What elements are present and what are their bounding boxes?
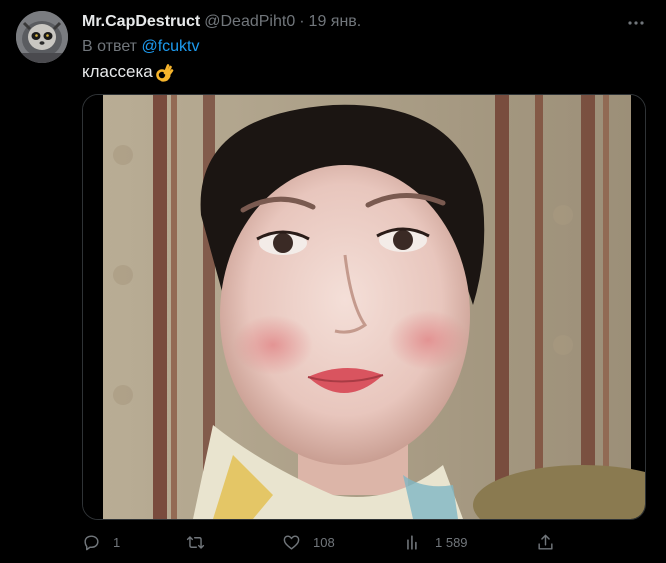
like-icon xyxy=(283,534,300,550)
reply-button[interactable]: 1 xyxy=(82,528,120,556)
reply-prefix: В ответ xyxy=(82,38,138,55)
ok-hand-emoji-icon xyxy=(154,62,174,82)
tweet-text-content: классека xyxy=(82,62,153,81)
more-icon[interactable] xyxy=(626,13,646,33)
tweet-text: классека xyxy=(82,62,174,82)
reply-context: В ответ @fcuktv xyxy=(82,38,200,56)
reply-mention-link[interactable]: @fcuktv xyxy=(141,38,199,55)
avatar[interactable] xyxy=(16,11,68,63)
retweet-icon xyxy=(186,535,205,549)
reply-count: 1 xyxy=(113,534,121,550)
reply-icon xyxy=(84,534,99,550)
like-count: 108 xyxy=(313,534,335,550)
share-button[interactable] xyxy=(536,528,555,556)
tweet-header: Mr.CapDestruct @DeadPiht0 · 19 янв. xyxy=(82,12,626,32)
display-name[interactable]: Mr.CapDestruct xyxy=(82,13,200,31)
tweet-actions: 1 108 1 589 xyxy=(82,528,562,556)
media-photo xyxy=(83,95,645,519)
separator-dot: · xyxy=(299,13,305,30)
views-button[interactable]: 1 589 xyxy=(404,528,468,556)
like-button[interactable]: 108 xyxy=(282,528,335,556)
avatar-image xyxy=(16,11,68,63)
tweet-media-image[interactable] xyxy=(82,94,646,520)
share-icon xyxy=(538,534,553,550)
views-icon xyxy=(407,534,417,550)
tweet-date[interactable]: 19 янв. xyxy=(309,13,362,31)
views-count: 1 589 xyxy=(435,534,468,550)
retweet-button[interactable] xyxy=(186,528,217,556)
user-handle[interactable]: @DeadPiht0 xyxy=(204,13,295,31)
tweet[interactable]: Mr.CapDestruct @DeadPiht0 · 19 янв. В от… xyxy=(0,0,666,563)
